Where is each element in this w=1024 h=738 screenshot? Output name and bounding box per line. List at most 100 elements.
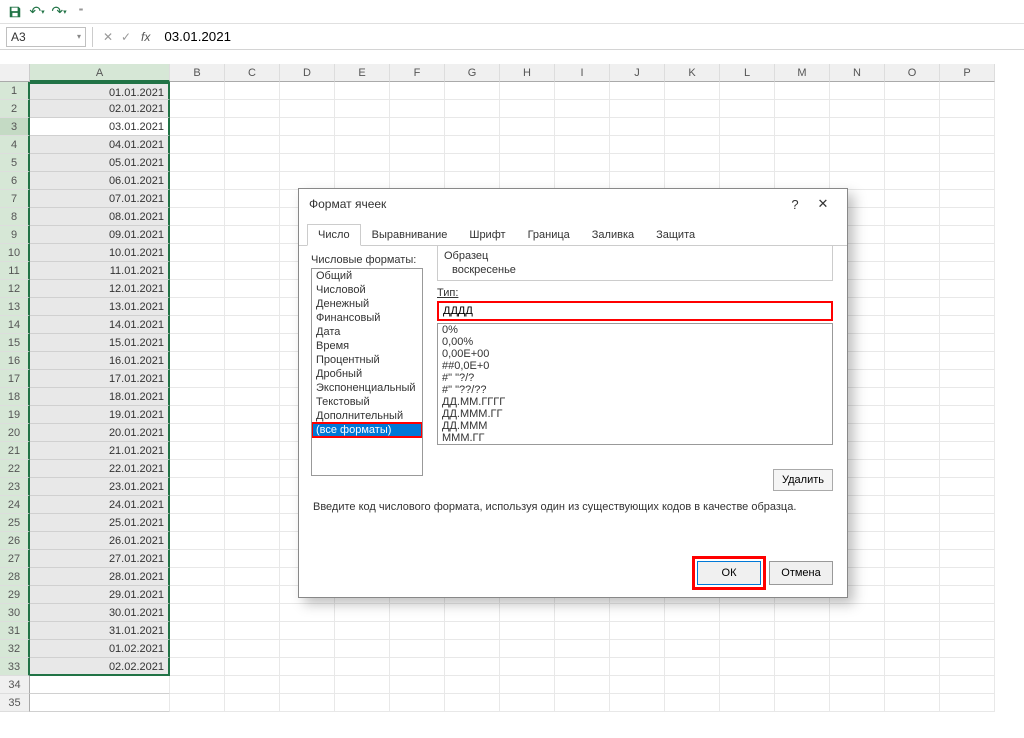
cell[interactable] (885, 514, 940, 532)
tab-заливка[interactable]: Заливка (581, 224, 645, 246)
category-item[interactable]: Экспоненциальный (312, 381, 422, 395)
cell[interactable] (885, 460, 940, 478)
cell[interactable] (500, 694, 555, 712)
cell[interactable]: 23.01.2021 (30, 478, 170, 496)
cell[interactable] (225, 568, 280, 586)
cell[interactable] (225, 424, 280, 442)
row-header[interactable]: 3 (0, 118, 30, 136)
cell[interactable] (170, 262, 225, 280)
cell[interactable] (940, 388, 995, 406)
cell[interactable] (885, 640, 940, 658)
cell[interactable] (940, 226, 995, 244)
cell[interactable] (170, 622, 225, 640)
cell[interactable] (225, 226, 280, 244)
cell[interactable] (555, 676, 610, 694)
cell[interactable] (170, 550, 225, 568)
cell[interactable] (720, 658, 775, 676)
category-item[interactable]: Денежный (312, 297, 422, 311)
cell[interactable] (225, 190, 280, 208)
column-header[interactable]: C (225, 64, 280, 82)
cell[interactable] (170, 406, 225, 424)
cell[interactable] (170, 82, 225, 100)
category-item[interactable]: Время (312, 339, 422, 353)
cell[interactable] (225, 442, 280, 460)
cell[interactable] (445, 676, 500, 694)
cancel-button[interactable]: Отмена (769, 561, 833, 585)
cell[interactable] (335, 694, 390, 712)
cell[interactable] (940, 676, 995, 694)
cell[interactable] (885, 694, 940, 712)
cell[interactable] (720, 694, 775, 712)
cell[interactable] (885, 208, 940, 226)
cell[interactable] (885, 316, 940, 334)
cell[interactable] (665, 82, 720, 100)
cell[interactable] (885, 118, 940, 136)
cell[interactable] (830, 640, 885, 658)
cell[interactable] (170, 496, 225, 514)
cell[interactable] (610, 100, 665, 118)
cell[interactable] (170, 604, 225, 622)
cell[interactable] (555, 694, 610, 712)
cell[interactable]: 14.01.2021 (30, 316, 170, 334)
cell[interactable] (885, 550, 940, 568)
cell[interactable] (170, 244, 225, 262)
cell[interactable] (885, 442, 940, 460)
cell[interactable] (390, 136, 445, 154)
cell[interactable] (170, 136, 225, 154)
cell[interactable] (390, 640, 445, 658)
cell[interactable] (775, 640, 830, 658)
cell[interactable]: 26.01.2021 (30, 532, 170, 550)
cell[interactable] (940, 496, 995, 514)
cell[interactable] (335, 100, 390, 118)
cell[interactable] (445, 622, 500, 640)
row-header[interactable]: 29 (0, 586, 30, 604)
row-header[interactable]: 21 (0, 442, 30, 460)
cell[interactable] (390, 118, 445, 136)
cell[interactable] (665, 100, 720, 118)
cell[interactable] (500, 82, 555, 100)
cell[interactable] (280, 82, 335, 100)
cell[interactable] (170, 424, 225, 442)
cell[interactable] (170, 388, 225, 406)
cell[interactable] (445, 154, 500, 172)
select-all-corner[interactable] (0, 64, 30, 82)
category-item[interactable]: Общий (312, 269, 422, 283)
cell[interactable] (280, 136, 335, 154)
cell[interactable] (940, 100, 995, 118)
cell[interactable] (500, 622, 555, 640)
row-header[interactable]: 32 (0, 640, 30, 658)
cell[interactable] (390, 676, 445, 694)
cell[interactable] (225, 514, 280, 532)
cell[interactable] (170, 298, 225, 316)
cell[interactable]: 13.01.2021 (30, 298, 170, 316)
cell[interactable]: 16.01.2021 (30, 352, 170, 370)
cell[interactable] (170, 190, 225, 208)
format-code-item[interactable]: ДД.МММ.ГГ (438, 408, 832, 420)
cell[interactable] (170, 586, 225, 604)
row-header[interactable]: 11 (0, 262, 30, 280)
cell[interactable] (940, 154, 995, 172)
cell[interactable]: 08.01.2021 (30, 208, 170, 226)
category-item[interactable]: Финансовый (312, 311, 422, 325)
cell[interactable] (885, 586, 940, 604)
cell[interactable] (940, 190, 995, 208)
cell[interactable]: 03.01.2021 (30, 118, 170, 136)
cell[interactable]: 01.01.2021 (30, 82, 170, 100)
cell[interactable] (445, 100, 500, 118)
cell[interactable] (225, 316, 280, 334)
column-header[interactable]: J (610, 64, 665, 82)
row-header[interactable]: 12 (0, 280, 30, 298)
cell[interactable] (720, 82, 775, 100)
codes-list[interactable]: 0%0,00%0,00E+00##0,0E+0#" "?/?#" "??/??Д… (437, 323, 833, 445)
cell[interactable]: 18.01.2021 (30, 388, 170, 406)
cell[interactable] (225, 82, 280, 100)
column-header[interactable]: A (30, 64, 170, 82)
cell[interactable] (885, 100, 940, 118)
cell[interactable] (225, 208, 280, 226)
cell[interactable] (225, 334, 280, 352)
tab-выравнивание[interactable]: Выравнивание (361, 224, 459, 246)
category-item[interactable]: Текстовый (312, 395, 422, 409)
cell[interactable] (610, 118, 665, 136)
row-header[interactable]: 30 (0, 604, 30, 622)
cell[interactable] (885, 172, 940, 190)
